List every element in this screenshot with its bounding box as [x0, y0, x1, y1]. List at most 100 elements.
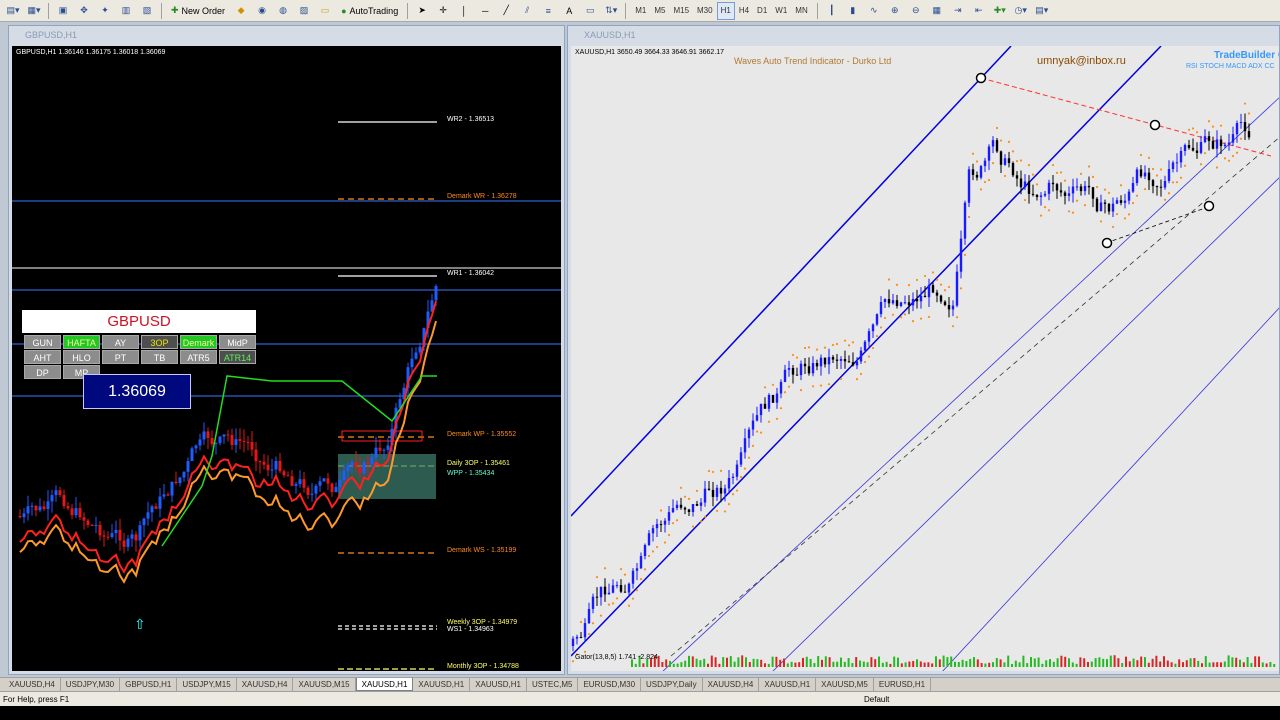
gator-bar [1117, 658, 1120, 667]
timeframe-h4[interactable]: H4 [735, 2, 753, 20]
horizontal-line-icon[interactable]: ─ [476, 2, 494, 20]
gator-bar [676, 663, 679, 667]
profiles-icon[interactable]: ▦▾ [25, 2, 43, 20]
panel-button-gun[interactable]: GUN [24, 335, 61, 349]
tile-windows-icon[interactable]: ▦ [928, 2, 946, 20]
timeframe-w1[interactable]: W1 [771, 2, 791, 20]
panel-button-hlo[interactable]: HLO [63, 350, 100, 364]
chart-tab[interactable]: XAUUSD,H4 [4, 678, 61, 691]
gbpusd-chart-window[interactable]: GBPUSD,H1 ⇧ GBPUSD,H1 1.36146 1.36175 1.… [8, 25, 565, 675]
sar-dot [915, 278, 919, 282]
candle-body [831, 357, 835, 360]
gator-bar [980, 663, 983, 667]
vps-icon[interactable]: ▨ [295, 2, 313, 20]
navigator-icon[interactable]: ✦ [96, 2, 114, 20]
gator-bar [710, 655, 713, 667]
status-bar: For Help, press F1 Default [0, 691, 1280, 706]
chart-tab[interactable]: XAUUSD,H1 [470, 678, 527, 691]
chart-tab[interactable]: XAUUSD,M15 [293, 678, 356, 691]
panel-button-atr5[interactable]: ATR5 [180, 350, 217, 364]
strategy-tester-icon[interactable]: ▧ [138, 2, 156, 20]
chart-tab[interactable]: XAUUSD,H4 [703, 678, 760, 691]
market-icon[interactable]: ◍ [274, 2, 292, 20]
candle-body [827, 357, 831, 365]
panel-button-pt[interactable]: PT [102, 350, 139, 364]
candle-body [1147, 172, 1151, 181]
gator-bar [1098, 657, 1101, 667]
folder-icon[interactable]: ▭ [316, 2, 334, 20]
chart-shift-icon[interactable]: ⇤ [970, 2, 988, 20]
panel-button-dp[interactable]: DP [24, 365, 61, 379]
timeframe-m15[interactable]: M15 [669, 2, 693, 20]
xauusd-chart-window[interactable]: XAUUSD,H1 XAUUSD,H1 3650.49 3664.33 3646… [567, 25, 1280, 675]
line-chart-icon[interactable]: ∿ [865, 2, 883, 20]
autoscroll-icon[interactable]: ⇥ [949, 2, 967, 20]
sar-dot [1155, 174, 1159, 177]
panel-button-aht[interactable]: AHT [24, 350, 61, 364]
periods-icon[interactable]: ◷▾ [1012, 2, 1030, 20]
channel-icon[interactable]: ⫽ [518, 2, 536, 20]
candlestick-icon[interactable]: ▮ [844, 2, 862, 20]
new-chart-icon[interactable]: ▤▾ [4, 2, 22, 20]
chart-tab[interactable]: EURUSD,H1 [874, 678, 932, 691]
candle-body [362, 462, 366, 474]
candle-body [1123, 200, 1127, 203]
candle-body [154, 506, 158, 509]
data-window-icon[interactable]: ✥ [75, 2, 93, 20]
indicators-icon[interactable]: ✚▾ [991, 2, 1009, 20]
gbpusd-chart-area[interactable]: ⇧ GBPUSD,H1 1.36146 1.36175 1.36018 1.36… [12, 46, 561, 671]
zoom-out-icon[interactable]: ⊖ [907, 2, 925, 20]
templates-icon[interactable]: ▤▾ [1033, 2, 1051, 20]
panel-button-ay[interactable]: AY [102, 335, 139, 349]
candle-body [1059, 190, 1063, 193]
candle-body [1039, 195, 1043, 197]
text-icon[interactable]: A [560, 2, 578, 20]
panel-button-midp[interactable]: MidP [219, 335, 256, 349]
timeframe-m30[interactable]: M30 [693, 2, 717, 20]
trendline-icon[interactable]: ╱ [497, 2, 515, 20]
market-watch-icon[interactable]: ▣ [54, 2, 72, 20]
chart-tab[interactable]: XAUUSD,M5 [816, 678, 874, 691]
chart-tab[interactable]: XAUUSD,H1 [355, 678, 414, 691]
chart-tab[interactable]: EURUSD,M30 [578, 678, 642, 691]
chart-tab[interactable]: XAUUSD,H4 [237, 678, 294, 691]
vertical-line-icon[interactable]: │ [455, 2, 473, 20]
arrows-icon[interactable]: ⇅▾ [602, 2, 620, 20]
timeframe-m5[interactable]: M5 [650, 2, 669, 20]
new-order-button[interactable]: ✚ New Order [167, 2, 229, 20]
chart-tab[interactable]: USDJPY,M15 [177, 678, 237, 691]
label-icon[interactable]: ▭ [581, 2, 599, 20]
signals-icon[interactable]: ◉ [253, 2, 271, 20]
fibonacci-icon[interactable]: ≡ [539, 2, 557, 20]
candle-body [38, 506, 42, 511]
crosshair-icon[interactable]: ✛ [434, 2, 452, 20]
candle-body [903, 302, 907, 304]
gator-bar [707, 663, 709, 667]
chart-tab[interactable]: XAUUSD,H1 [413, 678, 471, 691]
chart-tab[interactable]: USDJPY,Daily [641, 678, 703, 691]
chart-tab[interactable]: USDJPY,M30 [61, 678, 121, 691]
panel-button-demark[interactable]: Demark [180, 335, 217, 349]
panel-button-atr14[interactable]: ATR14 [219, 350, 256, 364]
chart-workspace: GBPUSD,H1 ⇧ GBPUSD,H1 1.36146 1.36175 1.… [0, 22, 1280, 677]
panel-button-hafta[interactable]: HAFTA [63, 335, 100, 349]
bar-chart-icon[interactable]: ┃ [823, 2, 841, 20]
metaeditor-icon[interactable]: ◆ [232, 2, 250, 20]
autotrading-button[interactable]: ● AutoTrading [337, 2, 402, 20]
xauusd-chart-area[interactable]: XAUUSD,H1 3650.49 3664.33 3646.91 3662.1… [571, 46, 1279, 671]
candle-body [34, 505, 38, 511]
chart-tab[interactable]: GBPUSD,H1 [120, 678, 178, 691]
panel-button-tb[interactable]: TB [141, 350, 178, 364]
panel-button-3op[interactable]: 3OP [141, 335, 178, 349]
timeframe-d1[interactable]: D1 [753, 2, 771, 20]
timeframe-mn[interactable]: MN [791, 2, 811, 20]
candle-body [210, 437, 214, 445]
cursor-icon[interactable]: ➤ [413, 2, 431, 20]
timeframe-h1[interactable]: H1 [716, 1, 735, 20]
terminal-icon[interactable]: ▥ [117, 2, 135, 20]
sar-dot [763, 386, 767, 389]
timeframe-m1[interactable]: M1 [631, 2, 650, 20]
chart-tab[interactable]: XAUUSD,H1 [759, 678, 817, 691]
chart-tab[interactable]: USTEC,M5 [527, 678, 579, 691]
zoom-in-icon[interactable]: ⊕ [886, 2, 904, 20]
